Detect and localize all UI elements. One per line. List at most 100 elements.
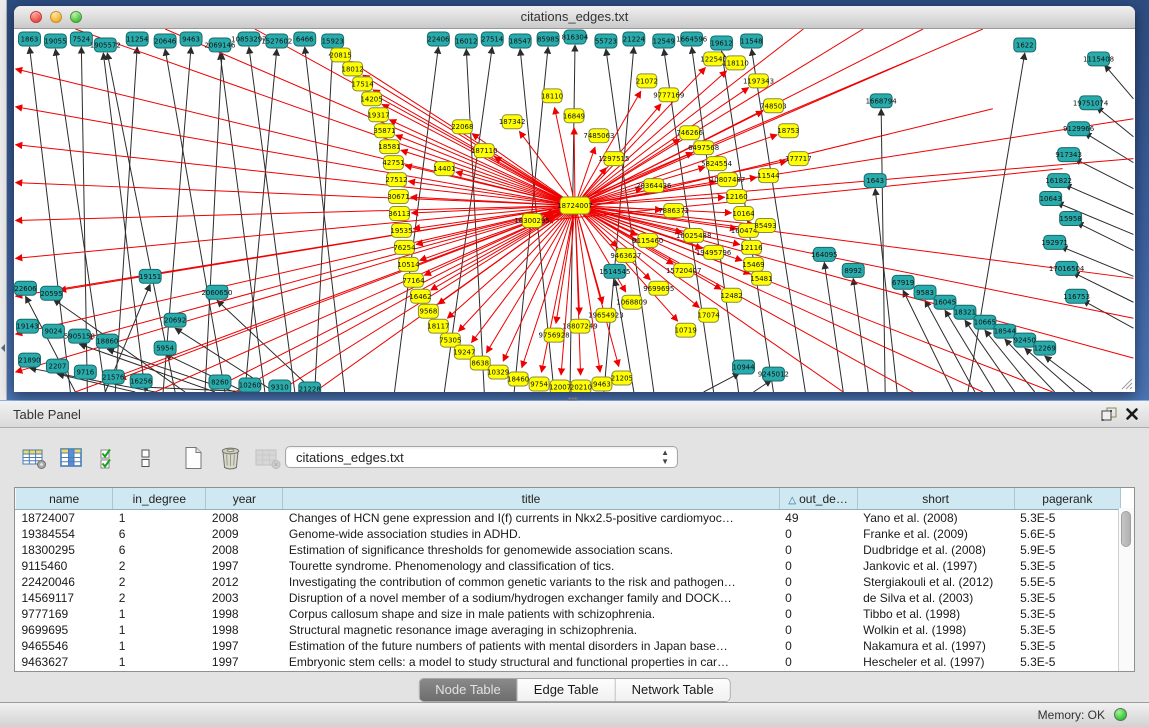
table-cell[interactable]: Dudbridge et al. (2008) bbox=[857, 542, 1014, 558]
network-edge[interactable] bbox=[575, 206, 603, 304]
network-edge[interactable] bbox=[305, 47, 345, 392]
table-cell[interactable]: 2012 bbox=[206, 574, 283, 590]
table-cell[interactable]: 2 bbox=[113, 558, 206, 574]
table-cell[interactable]: Tibbo et al. (1998) bbox=[857, 606, 1014, 622]
table-cell[interactable]: 18724007 bbox=[16, 510, 113, 527]
table-cell[interactable]: Nakamura et al. (1997) bbox=[857, 638, 1014, 654]
table-cell[interactable]: 5.3E-5 bbox=[1014, 510, 1120, 527]
table-cell[interactable]: 19384554 bbox=[16, 526, 113, 542]
table-selector-dropdown[interactable]: citations_edges.txt ▲▼ bbox=[285, 446, 678, 468]
table-cell[interactable]: 9115460 bbox=[16, 558, 113, 574]
table-cell[interactable]: Corpus callosum shape and size in male p… bbox=[283, 606, 779, 622]
table-cell[interactable]: 1 bbox=[113, 638, 206, 654]
network-edge[interactable] bbox=[16, 69, 575, 206]
table-cell[interactable]: 0 bbox=[779, 606, 857, 622]
network-edge[interactable] bbox=[389, 120, 575, 206]
table-cell[interactable]: 9465546 bbox=[16, 638, 113, 654]
table-cell[interactable]: 1997 bbox=[206, 654, 283, 670]
table-cell[interactable]: 0 bbox=[779, 526, 857, 542]
table-cell[interactable]: Changes of HCN gene expression and I(f) … bbox=[283, 510, 779, 527]
table-vertical-scrollbar[interactable] bbox=[1118, 508, 1134, 671]
network-edge[interactable] bbox=[16, 206, 575, 335]
table-cell[interactable]: 1997 bbox=[206, 638, 283, 654]
table-row[interactable]: 1456911722003Disruption of a novel membe… bbox=[16, 590, 1121, 606]
network-edge[interactable] bbox=[431, 206, 575, 291]
float-panel-icon[interactable] bbox=[1101, 407, 1117, 421]
table-cell[interactable]: 1 bbox=[113, 622, 206, 638]
table-cell[interactable]: 5.5E-5 bbox=[1014, 574, 1120, 590]
table-row[interactable]: 1830029562008Estimation of significance … bbox=[16, 542, 1121, 558]
network-edge[interactable] bbox=[704, 373, 740, 392]
table-cell[interactable]: Stergiakouli et al. (2012) bbox=[857, 574, 1014, 590]
table-cell[interactable]: 18300295 bbox=[16, 542, 113, 558]
table-cell[interactable]: 2 bbox=[113, 574, 206, 590]
table-cell[interactable]: 5.3E-5 bbox=[1014, 558, 1120, 574]
column-header-short[interactable]: short bbox=[857, 488, 1014, 510]
splitter-collapse-arrow-icon[interactable] bbox=[1, 344, 5, 352]
table-cell[interactable]: 1998 bbox=[206, 622, 283, 638]
table-cell[interactable]: Estimation of significance thresholds fo… bbox=[283, 542, 779, 558]
column-header-pagerank[interactable]: pagerank bbox=[1014, 488, 1120, 510]
table-cell[interactable]: Genome-wide association studies in ADHD. bbox=[283, 526, 779, 542]
network-edge[interactable] bbox=[574, 128, 575, 206]
table-cell[interactable]: Embryonic stem cells: a model to study s… bbox=[283, 654, 779, 670]
table-row[interactable]: 969969511998Structural magnetic resonanc… bbox=[16, 622, 1121, 638]
column-header-name[interactable]: name bbox=[16, 488, 113, 510]
table-cell[interactable]: Wolkin et al. (1998) bbox=[857, 622, 1014, 638]
table-cell[interactable]: 5.3E-5 bbox=[1014, 638, 1120, 654]
network-edge[interactable] bbox=[575, 139, 680, 205]
table-cell[interactable]: Jankovic et al. (1997) bbox=[857, 558, 1014, 574]
table-cell[interactable]: Disruption of a novel member of a sodium… bbox=[283, 590, 779, 606]
show-column-icon[interactable] bbox=[60, 444, 84, 472]
close-panel-icon[interactable] bbox=[1125, 407, 1139, 421]
network-edge[interactable] bbox=[26, 296, 76, 392]
table-cell[interactable]: 0 bbox=[779, 654, 857, 670]
table-row[interactable]: 2242004622012Investigating the contribut… bbox=[16, 574, 1121, 590]
table-cell[interactable]: 6 bbox=[113, 526, 206, 542]
table-cell[interactable]: 2003 bbox=[206, 590, 283, 606]
table-row[interactable]: 946362711997Embryonic stem cells: a mode… bbox=[16, 654, 1121, 670]
network-edge[interactable] bbox=[401, 150, 575, 205]
table-cell[interactable]: Hescheler et al. (1997) bbox=[857, 654, 1014, 670]
network-edge[interactable] bbox=[1105, 65, 1134, 99]
table-cell[interactable]: 1 bbox=[113, 654, 206, 670]
table-cell[interactable]: 2008 bbox=[206, 542, 283, 558]
table-row[interactable]: 911546021997Tourette syndrome. Phenomeno… bbox=[16, 558, 1121, 574]
network-graph[interactable]: 1863190557524190557211254206469463206914… bbox=[14, 29, 1135, 392]
table-cell[interactable]: 5.3E-5 bbox=[1014, 606, 1120, 622]
resize-grip-icon[interactable] bbox=[1119, 376, 1133, 390]
network-edge[interactable] bbox=[75, 206, 575, 392]
table-cell[interactable]: 5.3E-5 bbox=[1014, 590, 1120, 606]
table-cell[interactable]: 0 bbox=[779, 558, 857, 574]
column-header-title[interactable]: title bbox=[283, 488, 779, 510]
table-cell[interactable]: 22420046 bbox=[16, 574, 113, 590]
control-panel-splitter[interactable] bbox=[0, 0, 7, 400]
new-table-icon[interactable] bbox=[181, 444, 205, 472]
table-cell[interactable]: 5.6E-5 bbox=[1014, 526, 1120, 542]
network-edge[interactable] bbox=[1077, 222, 1134, 250]
table-cell[interactable]: Estimation of the future numbers of pati… bbox=[283, 638, 779, 654]
table-cell[interactable]: 1 bbox=[113, 510, 206, 527]
column-header-out_de[interactable]: △out_de… bbox=[779, 488, 857, 510]
table-cell[interactable]: 2008 bbox=[206, 510, 283, 527]
table-cell[interactable]: 14569117 bbox=[16, 590, 113, 606]
network-edge[interactable] bbox=[420, 206, 575, 261]
table-settings-icon[interactable] bbox=[22, 444, 47, 472]
table-cell[interactable]: 0 bbox=[779, 638, 857, 654]
table-cell[interactable]: Franke et al. (2009) bbox=[857, 526, 1014, 542]
column-header-year[interactable]: year bbox=[206, 488, 283, 510]
select-rows-icon[interactable] bbox=[134, 444, 158, 472]
network-edge[interactable] bbox=[1083, 300, 1134, 328]
table-row[interactable]: 1938455462009Genome-wide association stu… bbox=[16, 526, 1121, 542]
table-cell[interactable]: Structural magnetic resonance image aver… bbox=[283, 622, 779, 638]
attribute-table-container[interactable]: namein_degreeyeartitle△out_de…shortpager… bbox=[14, 487, 1135, 672]
table-cell[interactable]: 2 bbox=[113, 590, 206, 606]
network-edge[interactable] bbox=[754, 380, 772, 392]
table-cell[interactable]: 1997 bbox=[206, 558, 283, 574]
network-canvas[interactable]: 1863190557524190557211254206469463206914… bbox=[14, 29, 1135, 392]
network-edge[interactable] bbox=[853, 278, 868, 392]
table-cell[interactable]: de Silva et al. (2003) bbox=[857, 590, 1014, 606]
table-cell[interactable]: 5.3E-5 bbox=[1014, 622, 1120, 638]
network-edge[interactable] bbox=[220, 53, 265, 392]
delete-icon[interactable] bbox=[218, 444, 242, 472]
